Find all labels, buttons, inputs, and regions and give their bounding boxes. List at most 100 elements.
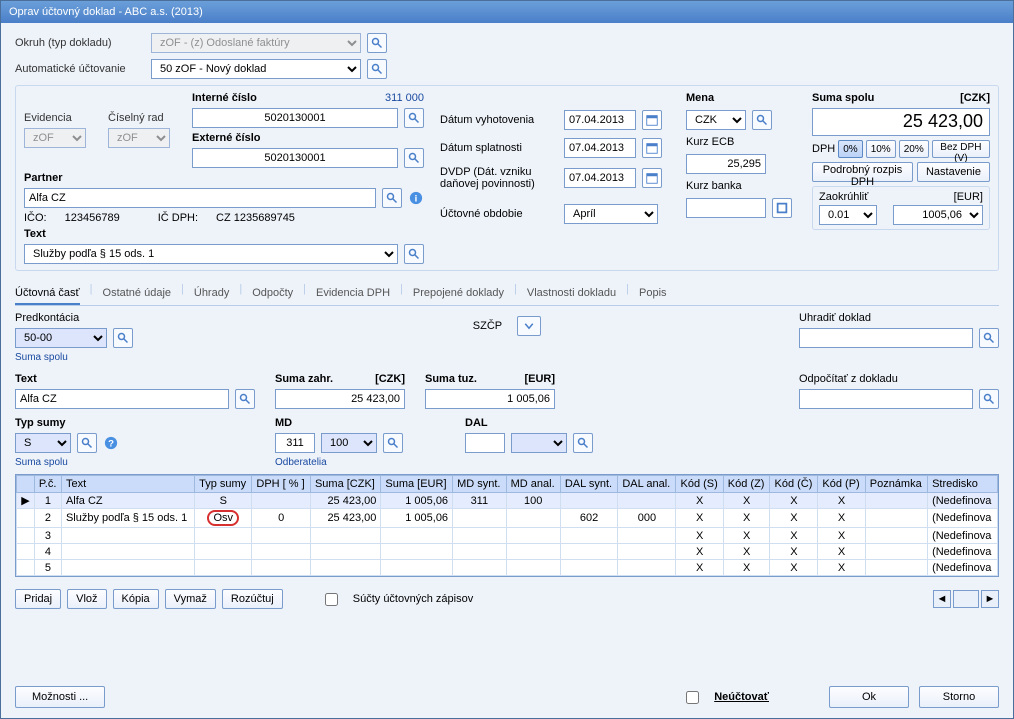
entry-grid[interactable]: P.č.TextTyp sumyDPH [ % ]Suma [CZK]Suma … bbox=[15, 474, 999, 577]
table-row[interactable]: 5XXXX(Nedefinova bbox=[17, 560, 998, 576]
calendar-icon[interactable] bbox=[642, 110, 662, 130]
search-icon[interactable] bbox=[404, 244, 424, 264]
partner-label: Partner bbox=[24, 172, 424, 184]
uhradit-input[interactable] bbox=[799, 328, 973, 348]
interne-input[interactable] bbox=[192, 108, 398, 128]
kurzbanka-input[interactable] bbox=[686, 198, 766, 218]
round-value-select[interactable]: 1005,06 bbox=[893, 205, 983, 225]
horizontal-scrollbar[interactable]: ◄► bbox=[933, 590, 999, 608]
suma-label: Suma spolu bbox=[812, 92, 874, 104]
calendar-icon[interactable] bbox=[642, 168, 662, 188]
table-row[interactable]: 2Služby podľa § 15 ods. 1Osv025 423,001 … bbox=[17, 509, 998, 528]
kopia-button[interactable]: Kópia bbox=[113, 589, 159, 609]
search-icon[interactable] bbox=[979, 328, 999, 348]
search-icon[interactable] bbox=[383, 433, 403, 453]
date-splat-input[interactable] bbox=[564, 138, 636, 158]
sumatuz-ccy: [EUR] bbox=[524, 373, 555, 385]
md-synt-input[interactable] bbox=[275, 433, 315, 453]
text-select[interactable]: Služby podľa § 15 ods. 1 bbox=[24, 244, 398, 264]
auto-select[interactable]: 50 zOF - Nový doklad bbox=[151, 59, 361, 79]
md-help: Odberatelia bbox=[275, 457, 445, 468]
rozuctuj-button[interactable]: Rozúčtuj bbox=[222, 589, 283, 609]
search-icon[interactable] bbox=[367, 59, 387, 79]
kurzecb-input[interactable] bbox=[686, 154, 766, 174]
text-label: Text bbox=[24, 228, 424, 240]
sumazahr-label: Suma zahr. bbox=[275, 373, 333, 385]
bezdph-button[interactable]: Bez DPH (V) bbox=[932, 140, 990, 158]
date-vyhot-input[interactable] bbox=[564, 110, 636, 130]
tab-6[interactable]: Vlastnosti dokladu bbox=[527, 283, 616, 305]
dph-10-button[interactable]: 10% bbox=[866, 140, 896, 158]
interne-help: 311 000 bbox=[385, 92, 424, 104]
icdph-value: CZ 1235689745 bbox=[216, 212, 295, 224]
szcp-label: SZČP bbox=[473, 320, 502, 332]
dph-0-button[interactable]: 0% bbox=[838, 140, 862, 158]
ciselnyrad-select: zOF bbox=[108, 128, 170, 148]
search-icon[interactable] bbox=[367, 33, 387, 53]
typsumy-select[interactable]: S bbox=[15, 433, 71, 453]
nastavenie-button[interactable]: Nastavenie bbox=[917, 162, 990, 182]
partner-input[interactable] bbox=[24, 188, 376, 208]
obdobie-select[interactable]: Apríl bbox=[564, 204, 658, 224]
table-row[interactable]: ▶1Alfa CZS25 423,001 005,06311100XXXX(Ne… bbox=[17, 493, 998, 509]
sumazahr-input[interactable] bbox=[275, 389, 405, 409]
round-step-select[interactable]: 0.01 bbox=[819, 205, 877, 225]
tab-2[interactable]: Úhrady bbox=[194, 283, 229, 305]
scroll-right-icon: ► bbox=[981, 590, 999, 608]
help-icon[interactable]: ? bbox=[103, 435, 119, 451]
vloz-button[interactable]: Vlož bbox=[67, 589, 106, 609]
sucty-checkbox[interactable]: Súčty účtovných zápisov bbox=[325, 593, 474, 606]
search-icon[interactable] bbox=[382, 188, 402, 208]
moznosti-button[interactable]: Možnosti ... bbox=[15, 686, 105, 708]
date-dvdp-input[interactable] bbox=[564, 168, 636, 188]
auto-label: Automatické účtovanie bbox=[15, 63, 145, 75]
midtext-input[interactable] bbox=[15, 389, 229, 409]
table-row[interactable]: 4XXXX(Nedefinova bbox=[17, 544, 998, 560]
mena-select[interactable]: CZK bbox=[686, 110, 746, 130]
storno-button[interactable]: Storno bbox=[919, 686, 999, 708]
table-row[interactable]: 3XXXX(Nedefinova bbox=[17, 528, 998, 544]
midtext-label: Text bbox=[15, 373, 255, 385]
dal-synt-input[interactable] bbox=[465, 433, 505, 453]
search-icon[interactable] bbox=[573, 433, 593, 453]
rate-icon[interactable] bbox=[772, 198, 792, 218]
tabbar: Účtovná časť | Ostatné údaje | Úhrady | … bbox=[15, 283, 999, 306]
search-icon[interactable] bbox=[77, 433, 97, 453]
tab-7[interactable]: Popis bbox=[639, 283, 667, 305]
search-icon[interactable] bbox=[235, 389, 255, 409]
tab-0[interactable]: Účtovná časť bbox=[15, 283, 80, 305]
kurzbanka-label: Kurz banka bbox=[686, 180, 796, 192]
info-icon[interactable]: i bbox=[408, 190, 424, 206]
neuctovat-checkbox[interactable]: Neúčtovať bbox=[686, 691, 769, 704]
sumatuz-input[interactable] bbox=[425, 389, 555, 409]
pridaj-button[interactable]: Pridaj bbox=[15, 589, 61, 609]
odpocitat-input[interactable] bbox=[799, 389, 973, 409]
chevron-down-icon[interactable] bbox=[517, 316, 541, 336]
evidencia-select: zOF bbox=[24, 128, 86, 148]
search-icon[interactable] bbox=[979, 389, 999, 409]
dal-label: DAL bbox=[465, 417, 635, 429]
dal-anal-select[interactable] bbox=[511, 433, 567, 453]
dph-20-button[interactable]: 20% bbox=[899, 140, 929, 158]
search-icon[interactable] bbox=[113, 328, 133, 348]
rozpis-button[interactable]: Podrobný rozpis DPH bbox=[812, 162, 913, 182]
okruh-label: Okruh (typ dokladu) bbox=[15, 37, 145, 49]
search-icon[interactable] bbox=[752, 110, 772, 130]
search-icon[interactable] bbox=[404, 148, 424, 168]
tab-3[interactable]: Odpočty bbox=[252, 283, 293, 305]
predk-select[interactable]: 50-00 bbox=[15, 328, 107, 348]
tab-1[interactable]: Ostatné údaje bbox=[103, 283, 172, 305]
ok-button[interactable]: Ok bbox=[829, 686, 909, 708]
dph-label: DPH bbox=[812, 143, 835, 155]
app-window: Oprav účtovný doklad - ABC a.s. (2013) O… bbox=[0, 0, 1014, 719]
md-anal-select[interactable]: 100 bbox=[321, 433, 377, 453]
externe-input[interactable] bbox=[192, 148, 398, 168]
search-icon[interactable] bbox=[404, 108, 424, 128]
typsumy-help: Suma spolu bbox=[15, 457, 255, 468]
sumazahr-ccy: [CZK] bbox=[375, 373, 405, 385]
tab-5[interactable]: Prepojené doklady bbox=[413, 283, 504, 305]
vymaz-button[interactable]: Vymaž bbox=[165, 589, 216, 609]
calendar-icon[interactable] bbox=[642, 138, 662, 158]
mena-label: Mena bbox=[686, 92, 796, 104]
tab-4[interactable]: Evidencia DPH bbox=[316, 283, 390, 305]
